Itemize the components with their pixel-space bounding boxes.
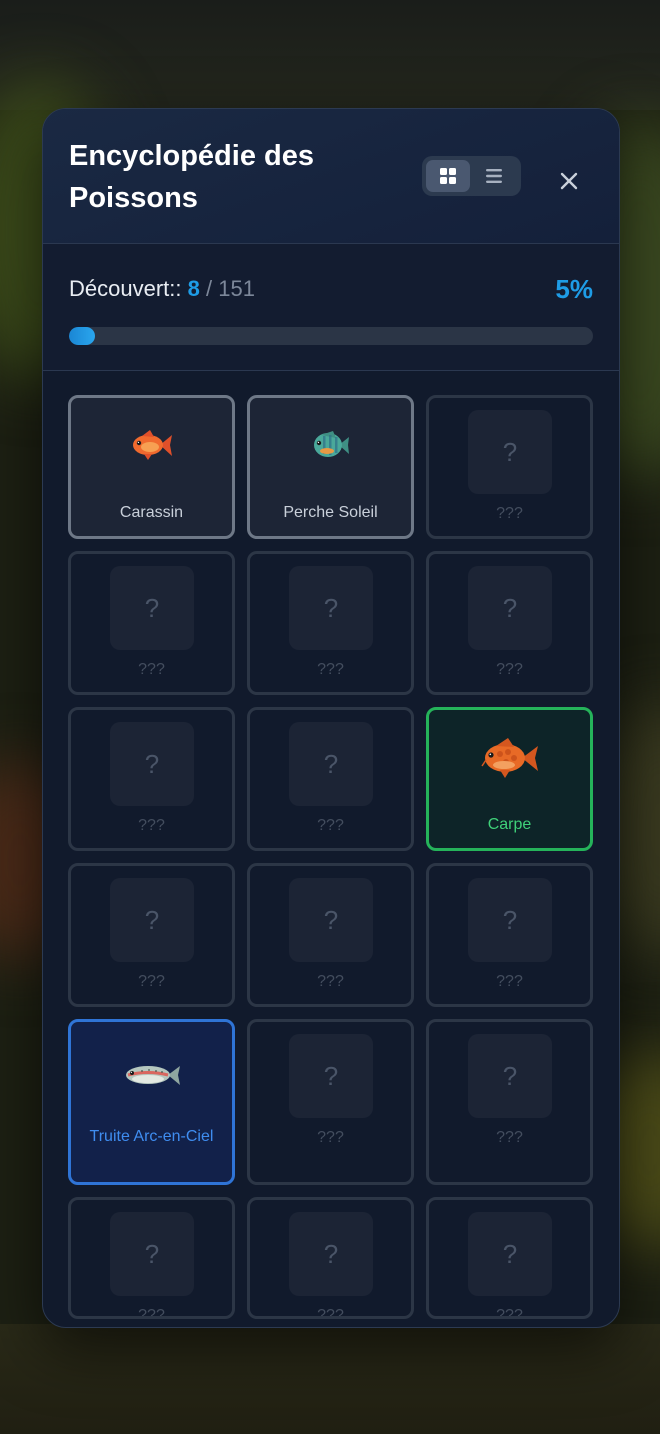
question-icon: ? — [289, 1034, 373, 1118]
modal-header: Encyclopédie des Poissons — [43, 109, 619, 244]
question-icon: ? — [110, 722, 194, 806]
fish-name: Carpe — [487, 816, 532, 833]
fish-name: ??? — [317, 973, 344, 990]
fish-name: ??? — [138, 1307, 165, 1319]
carp-icon — [480, 738, 538, 778]
question-icon: ? — [289, 1212, 373, 1296]
modal-title: Encyclopédie des Poissons — [69, 140, 314, 214]
question-icon: ? — [110, 1212, 194, 1296]
list-icon — [486, 169, 502, 183]
fish-card-locked[interactable]: ? ??? — [68, 551, 235, 695]
close-icon — [560, 172, 578, 190]
fish-card-locked[interactable]: ? ??? — [426, 863, 593, 1007]
discovered-count: 8 — [187, 276, 200, 301]
progress-percent: 5% — [555, 274, 593, 304]
fish-encyclopedia-modal: Encyclopédie des Poissons Découvert:: 8 … — [42, 108, 620, 1328]
fish-name: ??? — [317, 817, 344, 834]
fish-name: ??? — [496, 1307, 523, 1319]
fish-card[interactable]: Carpe — [426, 707, 593, 851]
fish-name: ??? — [317, 1307, 344, 1319]
fish-name: ??? — [317, 1129, 344, 1146]
view-toggle — [422, 156, 521, 196]
discovery-progress: Découvert:: 8 / 151 5% — [43, 244, 619, 371]
progress-label-text: Découvert:: — [69, 276, 182, 301]
fish-name: ??? — [317, 661, 344, 678]
question-icon: ? — [468, 410, 552, 494]
trout-icon — [125, 1066, 180, 1085]
background-bottom-bar — [0, 1324, 660, 1434]
fish-card-locked[interactable]: ? ??? — [426, 395, 593, 539]
fish-card-locked[interactable]: ? ??? — [426, 1019, 593, 1185]
fish-card-locked[interactable]: ? ??? — [68, 863, 235, 1007]
total-count: 151 — [218, 276, 255, 301]
fish-name: ??? — [496, 661, 523, 678]
fish-name: ??? — [138, 817, 165, 834]
fish-grid: Carassin Perche Soleil ? ??? ? ??? ? ???… — [68, 395, 594, 1319]
fish-name: Perche Soleil — [283, 504, 378, 521]
question-icon: ? — [289, 566, 373, 650]
fish-name: Truite Arc-en-Ciel — [89, 1128, 214, 1145]
question-icon: ? — [468, 1034, 552, 1118]
fish-card-locked[interactable]: ? ??? — [68, 1197, 235, 1319]
question-icon: ? — [289, 722, 373, 806]
progress-label: Découvert:: 8 / 151 — [69, 276, 255, 302]
progress-separator: / — [206, 276, 213, 301]
goldfish-icon — [132, 430, 172, 460]
close-button[interactable] — [552, 164, 586, 198]
fish-card-locked[interactable]: ? ??? — [247, 707, 414, 851]
fish-card-locked[interactable]: ? ??? — [247, 863, 414, 1007]
fish-card-locked[interactable]: ? ??? — [247, 551, 414, 695]
question-icon: ? — [468, 566, 552, 650]
fish-card-locked[interactable]: ? ??? — [426, 551, 593, 695]
fish-name: ??? — [138, 661, 165, 678]
fish-card[interactable]: Carassin — [68, 395, 235, 539]
fish-name: ??? — [496, 1129, 523, 1146]
fish-card-locked[interactable]: ? ??? — [247, 1019, 414, 1185]
fish-card-locked[interactable]: ? ??? — [247, 1197, 414, 1319]
list-view-button[interactable] — [472, 160, 516, 192]
sunfish-icon — [313, 431, 349, 457]
fish-card[interactable]: Truite Arc-en-Ciel — [68, 1019, 235, 1185]
question-icon: ? — [110, 878, 194, 962]
fish-name: ??? — [138, 973, 165, 990]
fish-card[interactable]: Perche Soleil — [247, 395, 414, 539]
fish-name: ??? — [496, 505, 523, 522]
question-icon: ? — [289, 878, 373, 962]
fish-card-locked[interactable]: ? ??? — [426, 1197, 593, 1319]
fish-name: ??? — [496, 973, 523, 990]
question-icon: ? — [468, 878, 552, 962]
grid-view-button[interactable] — [426, 160, 470, 192]
grid-icon — [440, 168, 456, 184]
background-top-bar — [0, 0, 660, 110]
question-icon: ? — [110, 566, 194, 650]
fish-card-locked[interactable]: ? ??? — [68, 707, 235, 851]
progress-bar — [69, 327, 593, 345]
progress-bar-fill — [69, 327, 96, 345]
question-icon: ? — [468, 1212, 552, 1296]
fish-name: Carassin — [119, 504, 184, 521]
